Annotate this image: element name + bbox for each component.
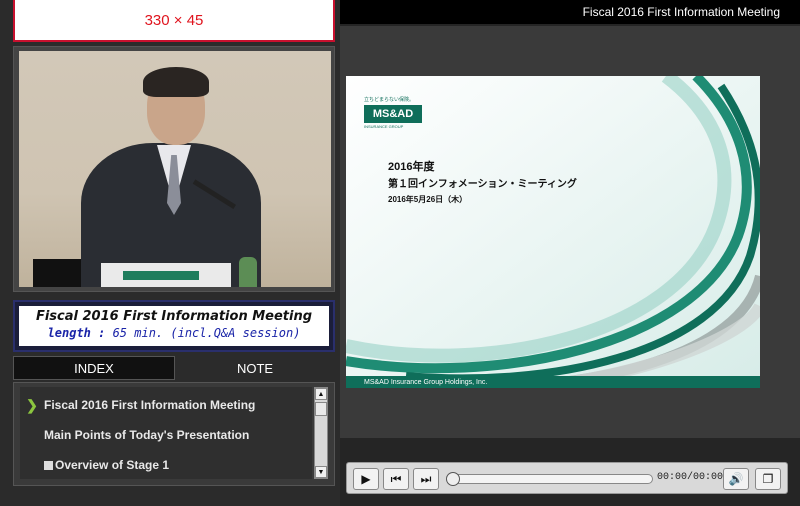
skip-back-icon: ⏮ — [390, 471, 402, 486]
index-item-label: Fiscal 2016 First Information Meeting — [44, 398, 256, 412]
volume-icon: 🔊 — [728, 472, 744, 486]
slide-title: 第１回インフォメーション・ミーティング — [388, 179, 577, 190]
slide-footer: MS&AD Insurance Group Holdings, Inc. — [346, 376, 760, 388]
slide-title-block: 2016年度 第１回インフォメーション・ミーティング 2016年5月26日（木） — [388, 158, 577, 205]
meeting-title: Fiscal 2016 First Information Meeting — [35, 309, 313, 324]
slide[interactable]: 立ちどまらない保険。 MS&AD INSURANCE GROUP 2016年度 … — [346, 76, 760, 388]
seek-bar[interactable] — [446, 472, 653, 486]
window-button[interactable]: ❐ — [755, 468, 781, 490]
length-value: 65 min. (incl.Q&A session) — [105, 326, 301, 340]
title-box: Fiscal 2016 First Information Meeting le… — [19, 306, 329, 346]
player-controls: ▶ ⏮ ⏭ 00:00/00:00 🔊 ❐ — [346, 462, 788, 494]
video-frame — [13, 46, 335, 292]
tab-bar: INDEX NOTE — [13, 356, 335, 380]
speaker-video[interactable] — [19, 51, 331, 287]
plant — [239, 257, 257, 287]
index-list: ❯ Fiscal 2016 First Information Meeting M… — [20, 387, 312, 479]
logo-mark: MS&AD — [364, 105, 422, 123]
meeting-length: length : 65 min. (incl.Q&A session) — [19, 326, 329, 340]
window-icon: ❐ — [762, 472, 774, 486]
tab-note[interactable]: NOTE — [175, 356, 335, 380]
logo-tagline: 立ちどまらない保険。 — [364, 97, 415, 103]
slide-area: 立ちどまらない保険。 MS&AD INSURANCE GROUP 2016年度 … — [340, 26, 800, 438]
prev-button[interactable]: ⏮ — [383, 468, 409, 490]
index-item-label: Overview of Stage 1 — [55, 458, 170, 472]
skip-forward-icon: ⏭ — [420, 471, 432, 486]
index-item-3[interactable]: Overview of Stage 1 — [20, 451, 312, 479]
right-column: Fiscal 2016 First Information Meeting 立ち… — [340, 0, 800, 506]
index-item-1[interactable]: ❯ Fiscal 2016 First Information Meeting — [20, 391, 312, 419]
speaker-hair — [143, 67, 209, 97]
slide-date: 2016年5月26日（木） — [388, 195, 468, 204]
scroll-thumb[interactable] — [315, 402, 327, 416]
player-window: 330 × 45 Fiscal 2016 First Information M… — [0, 0, 800, 506]
scroll-down-button[interactable]: ▼ — [315, 466, 327, 478]
index-panel: ❯ Fiscal 2016 First Information Meeting M… — [13, 382, 335, 486]
slide-year: 2016年度 — [388, 161, 435, 173]
index-item-2[interactable]: Main Points of Today's Presentation — [20, 421, 312, 449]
play-icon: ▶ — [361, 472, 371, 486]
logo-subtext: INSURANCE GROUP — [364, 124, 404, 129]
next-button[interactable]: ⏭ — [413, 468, 439, 490]
volume-button[interactable]: 🔊 — [723, 468, 749, 490]
podium-sign — [123, 271, 199, 280]
square-bullet-icon — [44, 460, 53, 470]
left-column: 330 × 45 Fiscal 2016 First Information M… — [0, 0, 340, 506]
msad-logo: 立ちどまらない保険。 MS&AD INSURANCE GROUP — [364, 96, 424, 129]
index-item-label: Main Points of Today's Presentation — [44, 428, 250, 442]
scrollbar[interactable]: ▲ ▼ — [314, 387, 328, 479]
time-readout: 00:00/00:00 — [657, 472, 724, 483]
tab-index[interactable]: INDEX — [13, 356, 175, 380]
header-title: Fiscal 2016 First Information Meeting — [340, 0, 800, 24]
length-label: length : — [47, 326, 106, 340]
chevron-right-icon: ❯ — [26, 396, 38, 413]
ad-banner[interactable]: 330 × 45 — [13, 0, 335, 42]
banner-text: 330 × 45 — [144, 11, 204, 29]
title-panel: Fiscal 2016 First Information Meeting le… — [13, 300, 335, 352]
play-button[interactable]: ▶ — [353, 468, 379, 490]
seek-handle[interactable] — [446, 472, 460, 486]
scroll-up-button[interactable]: ▲ — [315, 388, 327, 400]
